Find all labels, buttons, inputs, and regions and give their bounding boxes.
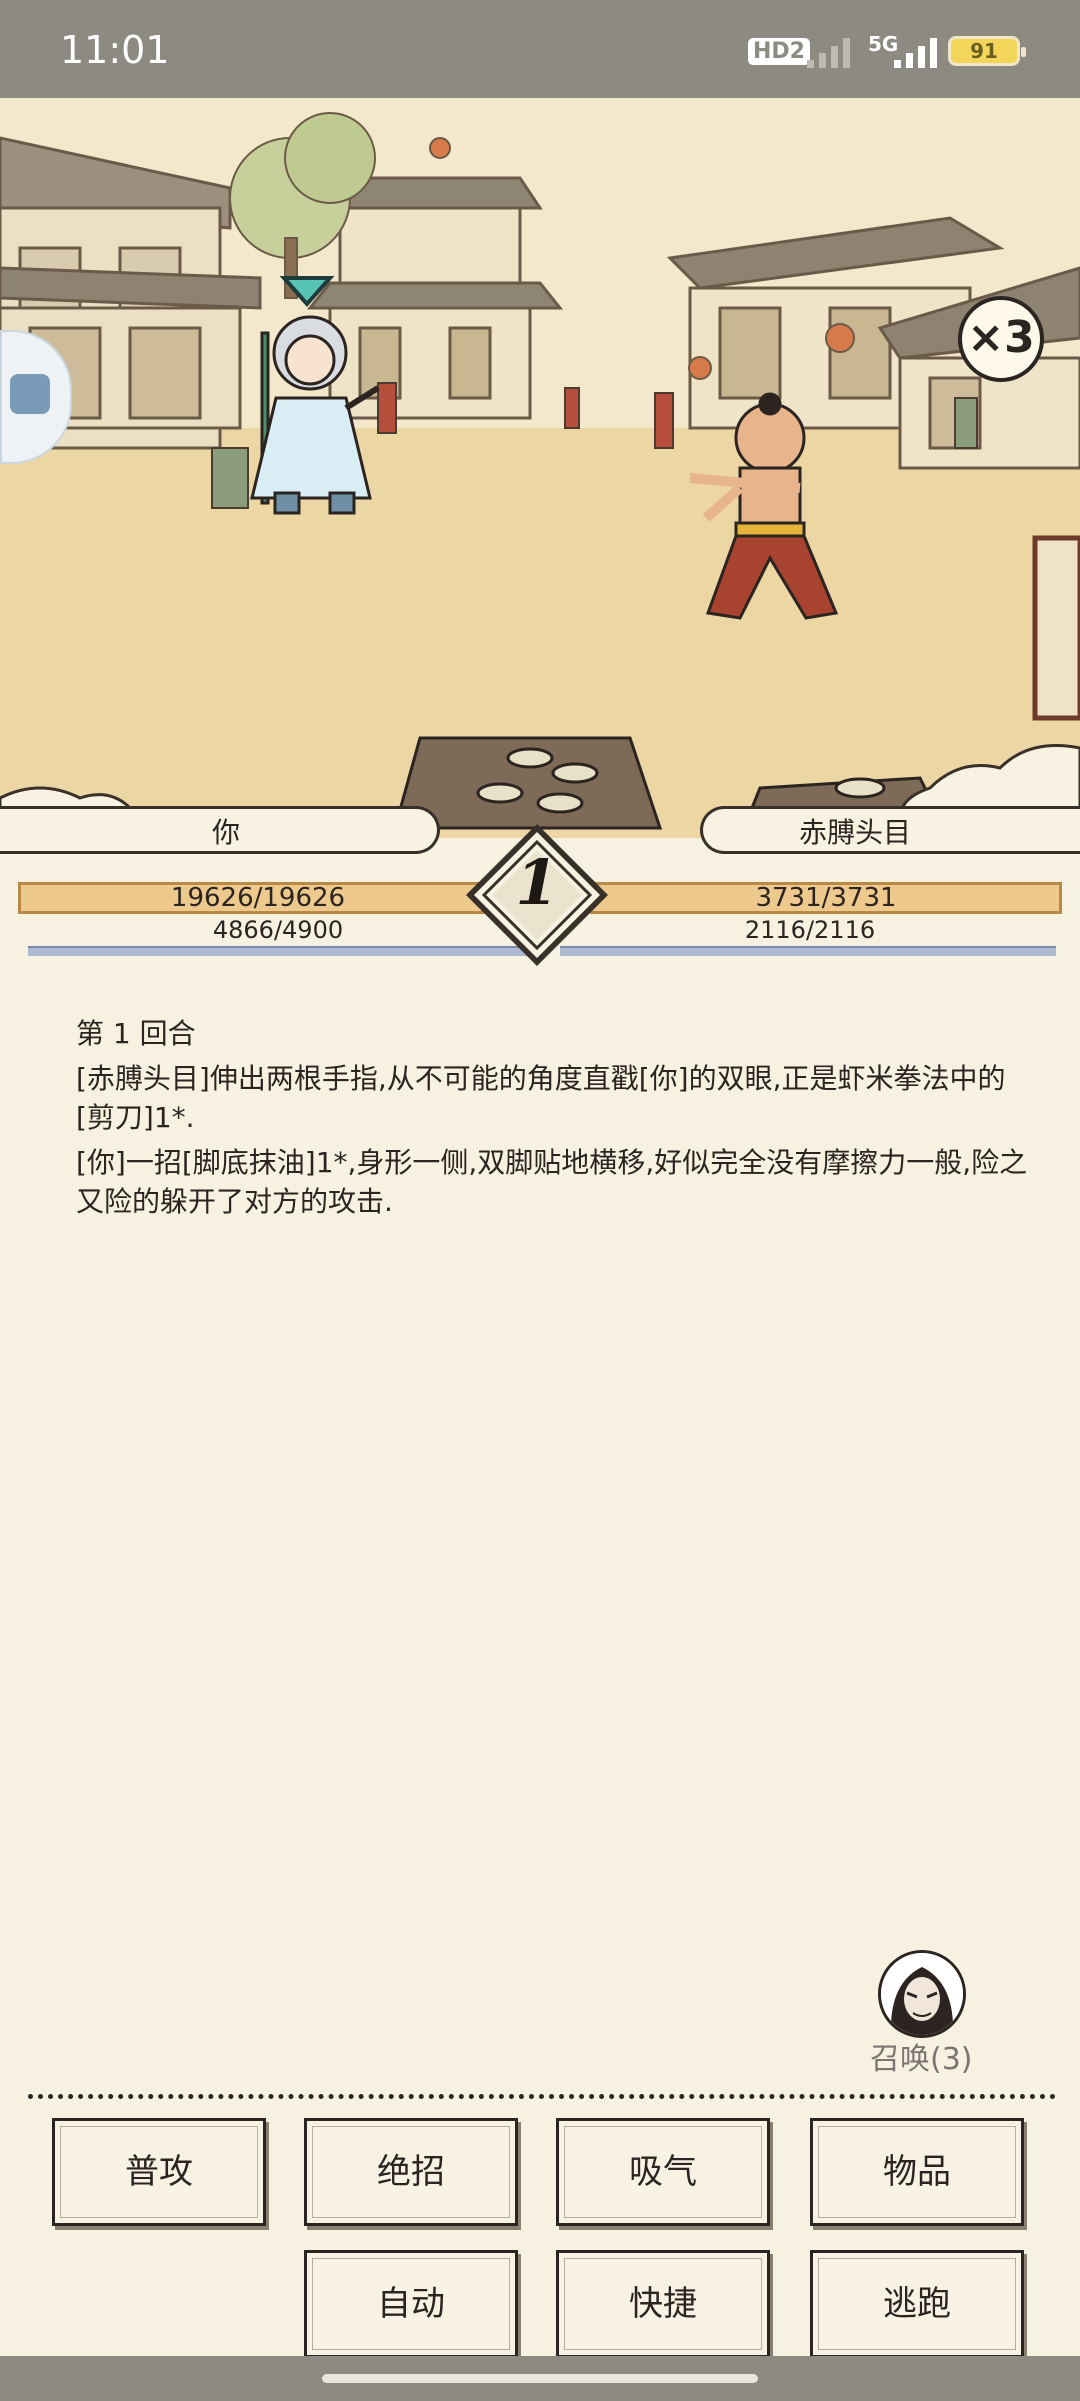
log-line: [赤膊头目]伸出两根手指,从不可能的角度直戳[你]的双眼,正是虾米拳法中的[剪刀… xyxy=(76,1062,1006,1134)
attack-button[interactable]: 普攻 xyxy=(52,2118,266,2226)
battery-icon: 91 xyxy=(948,36,1026,66)
signal-strength-icon xyxy=(894,38,937,68)
summon-button[interactable]: 召唤(3) xyxy=(870,1950,996,2092)
player-mp-text: 4866/4900 xyxy=(212,916,344,944)
ultimate-button[interactable]: 绝招 xyxy=(304,2118,518,2226)
summon-avatar xyxy=(878,1950,966,2038)
breathe-button[interactable]: 吸气 xyxy=(556,2118,770,2226)
enemy-name-banner: 赤膊头目 xyxy=(700,806,1080,854)
summon-label: 召唤(3) xyxy=(870,2042,973,2077)
log-line: [你]一招[脚底抹油]1*,身形一侧,双脚贴地横移,好似完全没有摩擦力一般,险之… xyxy=(76,1146,1028,1218)
navigation-bar xyxy=(0,2356,1080,2401)
auto-button[interactable]: 自动 xyxy=(304,2250,518,2358)
scene-illustration xyxy=(0,98,1080,838)
tab-icon xyxy=(10,374,50,414)
flee-button[interactable]: 逃跑 xyxy=(810,2250,1024,2358)
shortcut-button[interactable]: 快捷 xyxy=(556,2250,770,2358)
items-button[interactable]: 物品 xyxy=(810,2118,1024,2226)
round-badge: 1 xyxy=(462,820,612,970)
status-bar: 11:01 HD2 5G 91 xyxy=(0,0,1080,98)
player-hp-bar: 19626/19626 xyxy=(18,882,498,914)
round-number: 1 xyxy=(515,846,559,919)
clock: 11:01 xyxy=(60,28,170,72)
signal-icon xyxy=(807,38,850,68)
player-name-banner: 你 xyxy=(0,806,440,854)
enemy-mp-bar xyxy=(560,946,1056,956)
enemy-mp-text: 2116/2116 xyxy=(744,916,876,944)
divider xyxy=(28,2094,1056,2099)
log-line: 第 1 回合 xyxy=(76,1017,196,1050)
battle-scene: ×3 xyxy=(0,98,1080,838)
enemy-hp-bar: 3731/3731 xyxy=(590,882,1062,914)
battle-log: 第 1 回合 [赤膊头目]伸出两根手指,从不可能的角度直戳[你]的双眼,正是虾米… xyxy=(76,1014,1036,1227)
enemy-hp-text: 3731/3731 xyxy=(755,883,897,913)
battery-level: 91 xyxy=(970,39,998,63)
player-hp-text: 19626/19626 xyxy=(170,883,346,913)
home-indicator[interactable] xyxy=(322,2374,758,2383)
speed-toggle-button[interactable]: ×3 xyxy=(958,296,1044,382)
hd-badge: HD2 xyxy=(748,38,810,65)
